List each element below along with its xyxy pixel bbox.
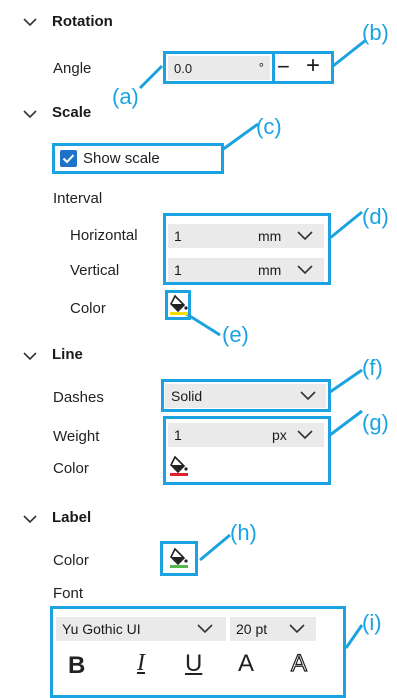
show-scale-label[interactable]: Show scale (83, 150, 160, 167)
line-color-paint-bucket-icon[interactable] (170, 455, 188, 477)
line-section-title: Line (52, 346, 83, 363)
bold-button[interactable]: B (68, 652, 85, 680)
label-section-title: Label (52, 509, 92, 526)
highlight-d (163, 213, 331, 285)
scale-chevron-down-icon[interactable] (22, 108, 38, 120)
horizontal-label: Horizontal (70, 227, 138, 244)
callout-f: (f) (362, 355, 383, 380)
font-label: Font (53, 585, 84, 602)
vertical-label: Vertical (70, 262, 120, 279)
callout-c: (c) (256, 114, 282, 139)
label-color-paint-bucket-icon[interactable] (170, 547, 188, 569)
highlight-g (163, 416, 331, 485)
scale-color-label: Color (70, 300, 106, 317)
checkmark-icon (62, 154, 75, 164)
scale-section-title: Scale (52, 104, 92, 121)
callout-h: (h) (230, 520, 257, 545)
show-scale-checkbox[interactable] (60, 150, 77, 167)
callout-e: (e) (222, 322, 249, 347)
font-family-select[interactable]: Yu Gothic UI (56, 617, 226, 641)
highlight-a (163, 51, 275, 84)
font-size-value: 20 pt (236, 621, 268, 637)
line-color-swatch (170, 473, 188, 476)
callout-a: (a) (112, 84, 139, 109)
interval-label: Interval (53, 190, 103, 207)
scale-color-swatch (170, 312, 188, 315)
italic-button[interactable]: I (137, 650, 145, 677)
line-color-label: Color (53, 460, 89, 477)
callout-i: (i) (362, 610, 382, 635)
label-chevron-down-icon[interactable] (22, 513, 38, 525)
line-chevron-down-icon[interactable] (22, 350, 38, 362)
label-color-swatch (170, 565, 188, 568)
highlight-f (161, 379, 331, 412)
underline-button[interactable]: U (185, 650, 202, 678)
callout-d: (d) (362, 204, 389, 229)
callout-g: (g) (362, 410, 389, 435)
scale-color-paint-bucket-icon[interactable] (170, 294, 188, 316)
font-size-chevron-down-icon[interactable] (288, 623, 306, 635)
label-color-label: Color (53, 552, 89, 569)
highlight-b (272, 51, 334, 84)
dashes-label: Dashes (53, 389, 104, 406)
normal-text-button[interactable]: A (238, 650, 254, 678)
font-family-value: Yu Gothic UI (62, 621, 141, 637)
font-family-chevron-down-icon[interactable] (196, 623, 214, 635)
rotation-chevron-down-icon[interactable] (22, 16, 38, 28)
rotation-section-title: Rotation (52, 13, 113, 30)
outline-text-button[interactable]: A (290, 649, 307, 678)
font-size-select[interactable]: 20 pt (230, 617, 316, 641)
weight-label: Weight (53, 428, 100, 445)
callout-b: (b) (362, 20, 389, 45)
angle-label: Angle (53, 60, 92, 77)
